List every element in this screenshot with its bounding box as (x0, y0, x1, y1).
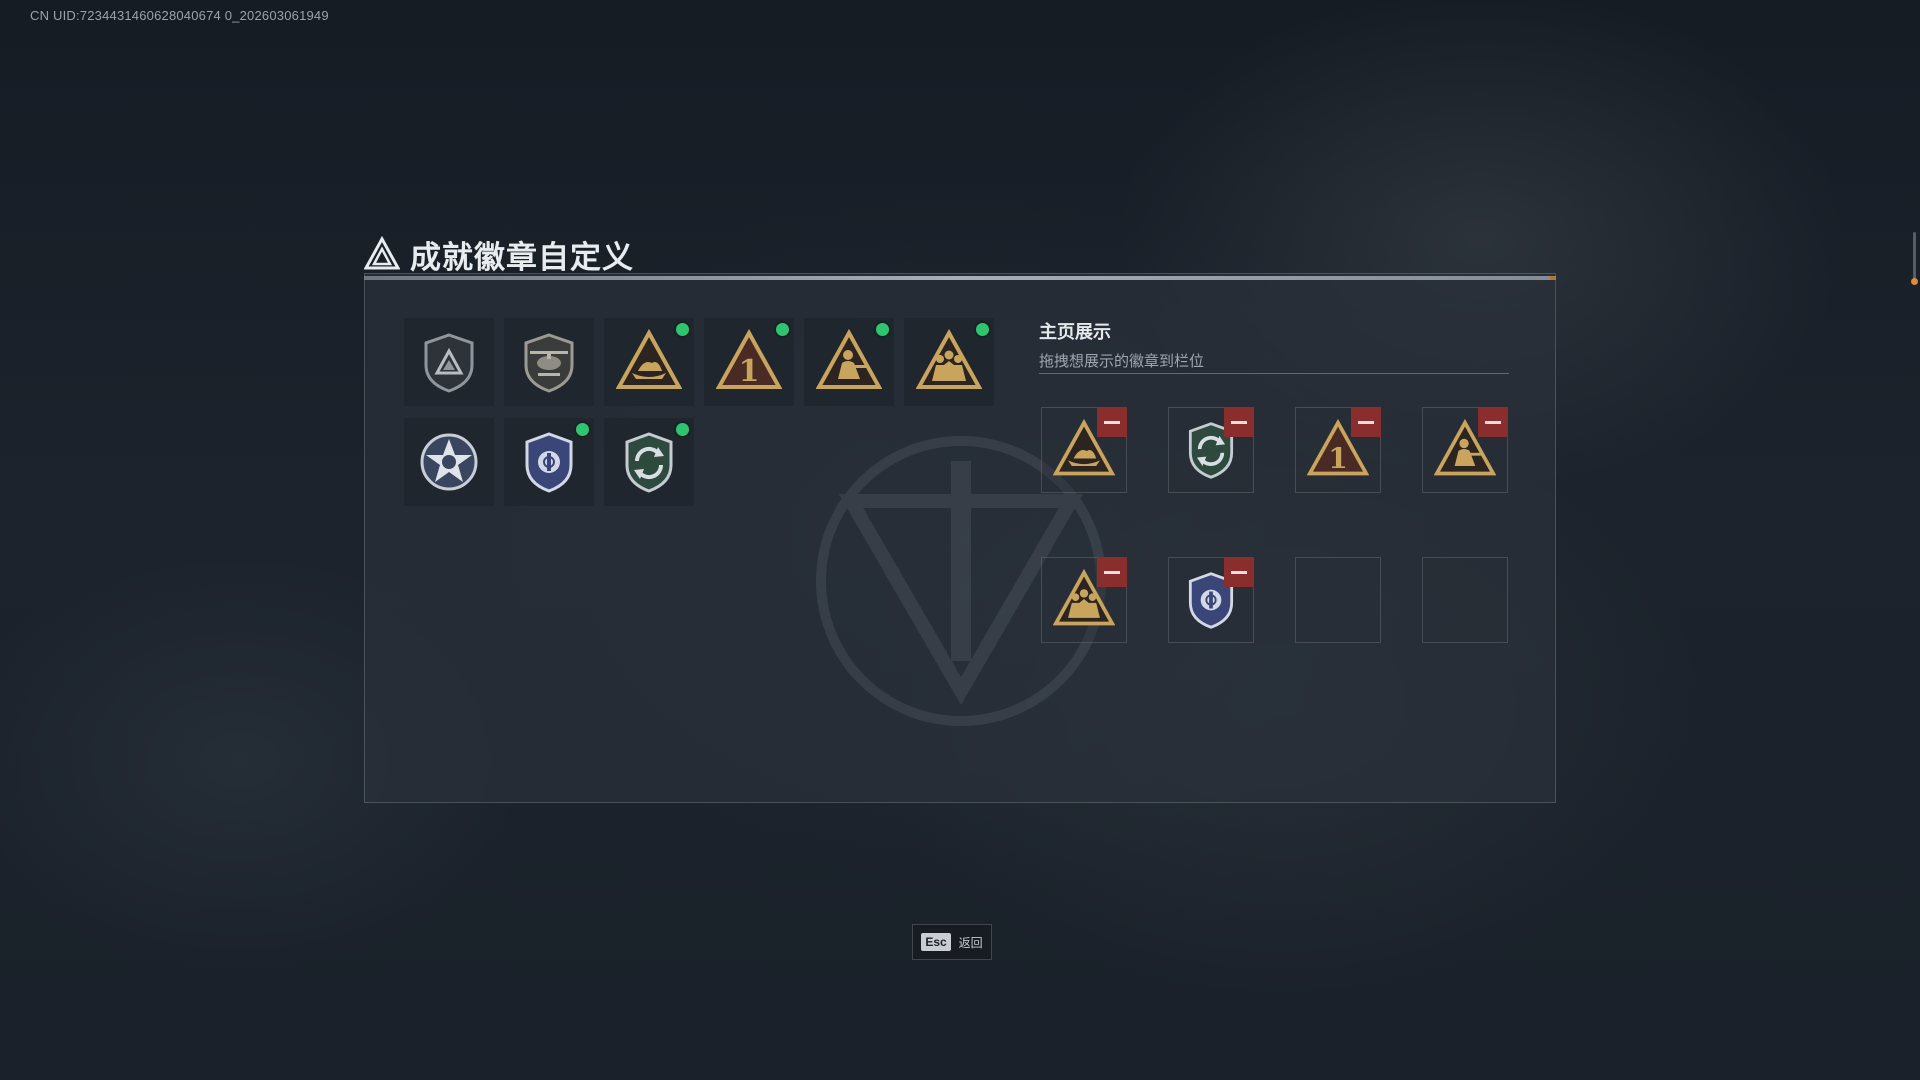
police-shield-badge-icon (525, 432, 573, 493)
showcase-divider (1039, 373, 1509, 374)
inventory-badge-slot[interactable] (604, 418, 694, 506)
inventory-badge-slot[interactable] (404, 418, 494, 506)
showcase-slot-filled[interactable] (1168, 407, 1254, 493)
showcase-subtitle: 拖拽想展示的徽章到栏位 (1039, 353, 1205, 370)
showcase-header: 主页展示 拖拽想展示的徽章到栏位 (1039, 318, 1204, 371)
inventory-badge-slot[interactable] (404, 318, 494, 406)
minus-icon (1231, 420, 1247, 424)
star-medal-badge-icon (420, 433, 478, 491)
showcase-slot-filled[interactable] (1041, 407, 1127, 493)
showcase-slot-filled[interactable] (1168, 557, 1254, 643)
shield-triangle-badge-icon (424, 333, 474, 393)
showcase-title: 主页展示 (1039, 322, 1111, 342)
minus-icon (1104, 420, 1120, 424)
showcase-slot-empty[interactable] (1295, 557, 1381, 643)
svg-text:1: 1 (739, 354, 760, 389)
inventory-badge-slot[interactable] (804, 318, 894, 406)
panel-top-divider (364, 276, 1556, 280)
new-indicator-dot (876, 323, 889, 336)
remove-badge-button[interactable] (1224, 407, 1254, 437)
showcase-slot-empty[interactable] (1422, 557, 1508, 643)
helicopter-shield-badge-icon (524, 333, 574, 393)
esc-key-icon: Esc (921, 933, 951, 951)
minus-icon (1358, 420, 1374, 424)
inventory-badge-slot[interactable] (904, 318, 994, 406)
showcase-slot-filled[interactable]: 1 (1295, 407, 1381, 493)
new-indicator-dot (576, 423, 589, 436)
new-indicator-dot (776, 323, 789, 336)
inventory-badge-slot[interactable] (504, 318, 594, 406)
soldier-triangle-badge-icon (816, 329, 882, 389)
page-title: 成就徽章自定义 (410, 239, 634, 275)
new-indicator-dot (676, 423, 689, 436)
badge-inventory-grid: 1 (404, 318, 994, 506)
new-indicator-dot (676, 323, 689, 336)
showcase-slot-grid: 1 (1041, 407, 1508, 643)
slider-thumb[interactable] (1911, 278, 1918, 285)
boat-triangle-badge-icon (616, 329, 682, 389)
showcase-slot-filled[interactable] (1041, 557, 1127, 643)
new-indicator-dot (976, 323, 989, 336)
inventory-badge-slot[interactable]: 1 (704, 318, 794, 406)
back-button[interactable]: Esc 返回 (912, 924, 992, 960)
showcase-slot-filled[interactable] (1422, 407, 1508, 493)
remove-badge-button[interactable] (1478, 407, 1508, 437)
minus-icon (1104, 570, 1120, 574)
green-recycle-shield-badge-icon (625, 432, 673, 493)
page-header: 成就徽章自定义 (364, 232, 634, 276)
number-one-triangle-badge-icon: 1 (716, 329, 782, 389)
triangle-logo-icon (364, 236, 400, 270)
remove-badge-button[interactable] (1351, 407, 1381, 437)
remove-badge-button[interactable] (1224, 557, 1254, 587)
inventory-badge-slot[interactable] (504, 418, 594, 506)
inventory-badge-slot[interactable] (604, 318, 694, 406)
svg-text:1: 1 (1328, 442, 1348, 475)
remove-badge-button[interactable] (1097, 407, 1127, 437)
uid-label: CN UID:7234431460628040674 0_20260306194… (30, 8, 329, 23)
minus-icon (1231, 570, 1247, 574)
remove-badge-button[interactable] (1097, 557, 1127, 587)
edge-slider[interactable] (1911, 232, 1918, 285)
squad-triangle-badge-icon (916, 329, 982, 389)
back-label: 返回 (958, 935, 983, 950)
minus-icon (1485, 420, 1501, 424)
